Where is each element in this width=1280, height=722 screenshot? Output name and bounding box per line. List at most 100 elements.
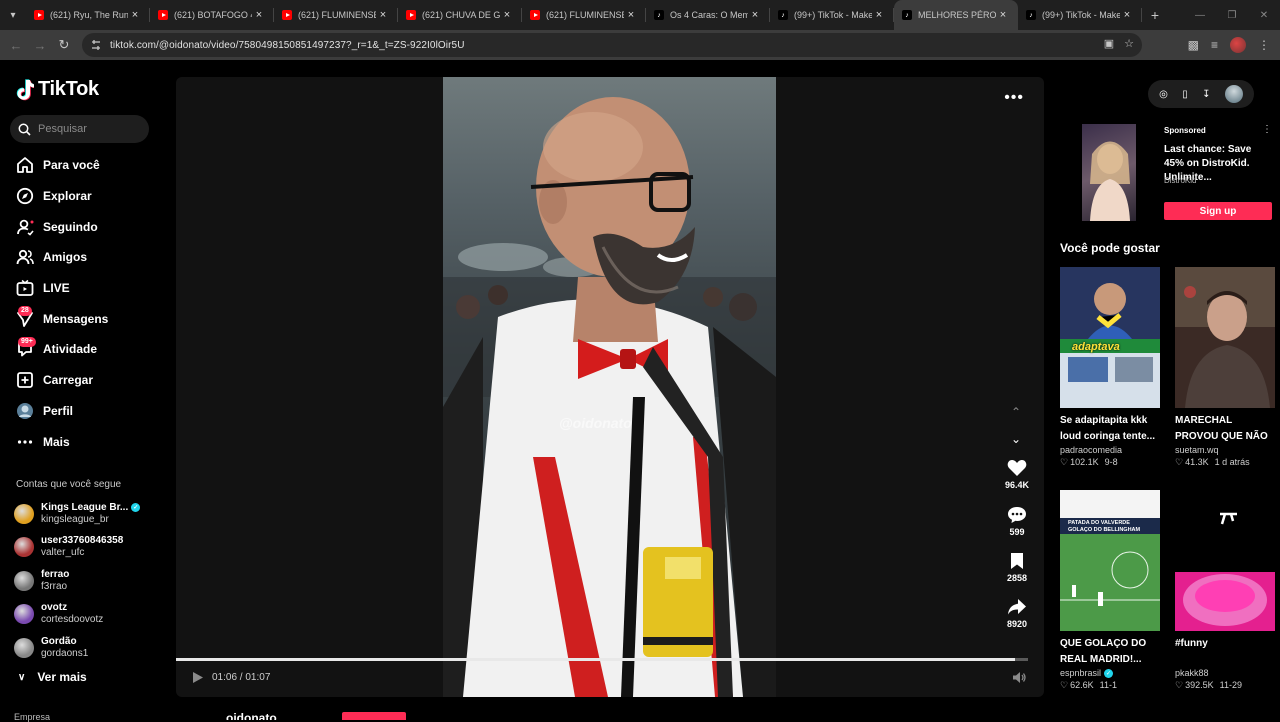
followed-account[interactable]: user33760846358 valter_ufc <box>14 531 164 565</box>
play-icon[interactable] <box>192 671 204 684</box>
video-title[interactable]: MARECHAL PROVOU QUE NÃO USA... <box>1175 413 1275 444</box>
browser-tab[interactable]: ♪ Os 4 Caras: O Meme × <box>646 0 770 30</box>
tab-close-icon[interactable]: × <box>128 9 142 21</box>
extensions-puzzle-icon[interactable]: ▩ <box>1188 38 1199 52</box>
video-author[interactable]: suetam.wq <box>1175 445 1219 455</box>
followed-account[interactable]: Gordão gordaons1 <box>14 631 164 665</box>
progress-bar[interactable] <box>176 658 1028 661</box>
close-window-icon[interactable]: ✕ <box>1248 10 1280 21</box>
like-action[interactable]: 96.4K <box>996 459 1038 490</box>
video-title[interactable]: QUE GOLAÇO DO REAL MADRID!... <box>1060 636 1160 667</box>
nav-item-friends[interactable]: Amigos <box>0 242 166 273</box>
browser-tab[interactable]: (621) FLUMINENSE 2× <box>274 0 398 30</box>
nav-item-messages[interactable]: Mensagens 28 <box>0 303 166 334</box>
nav-item-live[interactable]: LIVE <box>0 273 166 304</box>
search-input[interactable] <box>38 123 138 135</box>
minimize-icon[interactable]: — <box>1184 10 1216 21</box>
account-handle: kingsleague_br <box>41 513 109 525</box>
ad-more-icon[interactable]: ⋮ <box>1262 124 1272 135</box>
view-count: 62.6K <box>1070 680 1094 690</box>
nav-item-profile[interactable]: Perfil <box>0 396 166 427</box>
followed-account[interactable]: ovotz cortesdoovotz <box>14 598 164 632</box>
restore-icon[interactable]: ❐ <box>1216 10 1248 21</box>
following-icon <box>16 218 34 236</box>
tiktok-logo[interactable]: TikTok <box>16 78 99 101</box>
search-box[interactable] <box>10 115 149 143</box>
video-stats: ♡ 392.5K 11-29 <box>1175 680 1275 691</box>
video-thumbnail[interactable] <box>1175 267 1275 408</box>
media-control-icon[interactable]: ≡ <box>1211 38 1218 52</box>
browser-tab[interactable]: (621) CHUVA DE GO × <box>398 0 522 30</box>
see-more-button[interactable]: ∨ Ver mais <box>18 670 87 684</box>
browser-tab[interactable]: ♪ (99+) TikTok - Make Y× <box>770 0 894 30</box>
tab-close-icon[interactable]: × <box>252 9 266 21</box>
recommended-video-card[interactable]: MARECHAL PROVOU QUE NÃO USA...suetam.wq ♡… <box>1175 267 1275 468</box>
site-info-icon[interactable] <box>88 37 104 53</box>
browser-tab[interactable]: ♪ (99+) TikTok - Make Y× <box>1018 0 1142 30</box>
tab-close-icon[interactable]: × <box>872 9 886 21</box>
tab-close-icon[interactable]: × <box>996 9 1010 21</box>
device-icon[interactable]: ▯ <box>1182 89 1188 100</box>
browser-tab[interactable]: (621) Ryu, The Runner× <box>26 0 150 30</box>
video-title[interactable]: Se adapitapita kkk loud coringa tente... <box>1060 413 1160 444</box>
volume-icon[interactable] <box>1012 671 1026 689</box>
tab-search-chevron-icon[interactable]: ▾ <box>0 0 26 30</box>
browser-tab[interactable]: ♪ MELHORES PÉROLAS× <box>894 0 1018 30</box>
comment-action[interactable]: 599 <box>996 506 1038 537</box>
recommended-video-card[interactable]: adaptava Se adapitapita kkk loud coringa … <box>1060 267 1160 468</box>
install-app-icon[interactable]: ▣ <box>1104 37 1114 50</box>
reload-icon[interactable]: ↻ <box>52 37 76 53</box>
user-avatar[interactable] <box>1224 85 1243 103</box>
footer-link[interactable]: Empresa <box>14 712 50 722</box>
forward-arrow-icon[interactable]: → <box>28 38 52 53</box>
tiktok-favicon-icon: ♪ <box>1026 10 1036 20</box>
follow-button[interactable] <box>342 712 406 720</box>
sponsored-ad[interactable]: Sponsored ⋮ Last chance: Save 45% on Dis… <box>1060 124 1280 224</box>
browser-menu-icon[interactable]: ⋮ <box>1258 38 1270 52</box>
tab-close-icon[interactable]: × <box>376 9 390 21</box>
followed-account[interactable]: Kings League Br... ✓ kingsleague_br <box>14 497 164 531</box>
compass-icon[interactable]: ◎ <box>1159 89 1168 100</box>
share-action[interactable]: 8920 <box>996 598 1038 629</box>
video-author[interactable]: espnbrasil <box>1060 668 1101 678</box>
bookmark-star-icon[interactable]: ☆ <box>1124 37 1134 50</box>
nav-item-upload[interactable]: Carregar <box>0 365 166 396</box>
nav-item-activity[interactable]: Atividade 99+ <box>0 334 166 365</box>
omnibox[interactable]: tiktok.com/@oidonato/video/7580498150851… <box>82 33 1142 57</box>
followed-account[interactable]: ferrao f3rrao <box>14 564 164 598</box>
more-options-icon[interactable]: ••• <box>1004 89 1024 107</box>
tab-close-icon[interactable]: × <box>500 9 514 21</box>
previous-video-icon[interactable]: ⌃ <box>1008 405 1024 419</box>
video-thumbnail[interactable] <box>1175 490 1275 631</box>
back-arrow-icon[interactable]: ← <box>4 38 28 53</box>
progress-fill <box>176 658 1016 661</box>
tab-close-icon[interactable]: × <box>748 9 762 21</box>
browser-tab[interactable]: (621) FLUMINENSE 2× <box>522 0 646 30</box>
video-author[interactable]: oidonato <box>226 711 277 720</box>
save-action[interactable]: 2858 <box>996 552 1038 583</box>
nav-item-following[interactable]: Seguindo <box>0 211 166 242</box>
nav-item-compass[interactable]: Explorar <box>0 181 166 212</box>
nav-item-more[interactable]: Mais <box>0 426 166 457</box>
recommended-video-card[interactable]: PATADA DO VALVERDE GOLAÇO DO BELLINGHAM Q… <box>1060 490 1160 691</box>
video-thumbnail[interactable]: adaptava <box>1060 267 1160 408</box>
tab-close-icon[interactable]: × <box>1120 9 1134 21</box>
ad-thumbnail[interactable] <box>1082 124 1136 221</box>
download-icon[interactable]: ↧ <box>1202 89 1210 100</box>
recommended-video-card[interactable]: #funny pkakk88 ♡ 392.5K 11-29 <box>1175 490 1275 691</box>
video-title[interactable]: #funny <box>1175 636 1275 667</box>
ad-signup-button[interactable]: Sign up <box>1164 202 1272 220</box>
account-handle: gordaons1 <box>41 647 89 659</box>
next-video-icon[interactable]: ⌄ <box>1008 432 1024 446</box>
tab-close-icon[interactable]: × <box>624 9 638 21</box>
video-author[interactable]: pkakk88 <box>1175 668 1209 678</box>
browser-profile-avatar[interactable] <box>1230 37 1246 53</box>
new-tab-button[interactable]: + <box>1142 7 1168 23</box>
video-author[interactable]: padraocomedia <box>1060 445 1122 455</box>
url-text[interactable]: tiktok.com/@oidonato/video/7580498150851… <box>110 40 465 51</box>
video-thumbnail[interactable]: PATADA DO VALVERDE GOLAÇO DO BELLINGHAM <box>1060 490 1160 631</box>
browser-tab[interactable]: (621) BOTAFOGO 4 X× <box>150 0 274 30</box>
video-frame[interactable]: @oidonato <box>443 77 776 697</box>
video-player[interactable]: @oidonato ••• ⌃ ⌄ 96.4K 599 2858 8920 01… <box>176 77 1044 697</box>
nav-item-home[interactable]: Para você <box>0 150 166 181</box>
